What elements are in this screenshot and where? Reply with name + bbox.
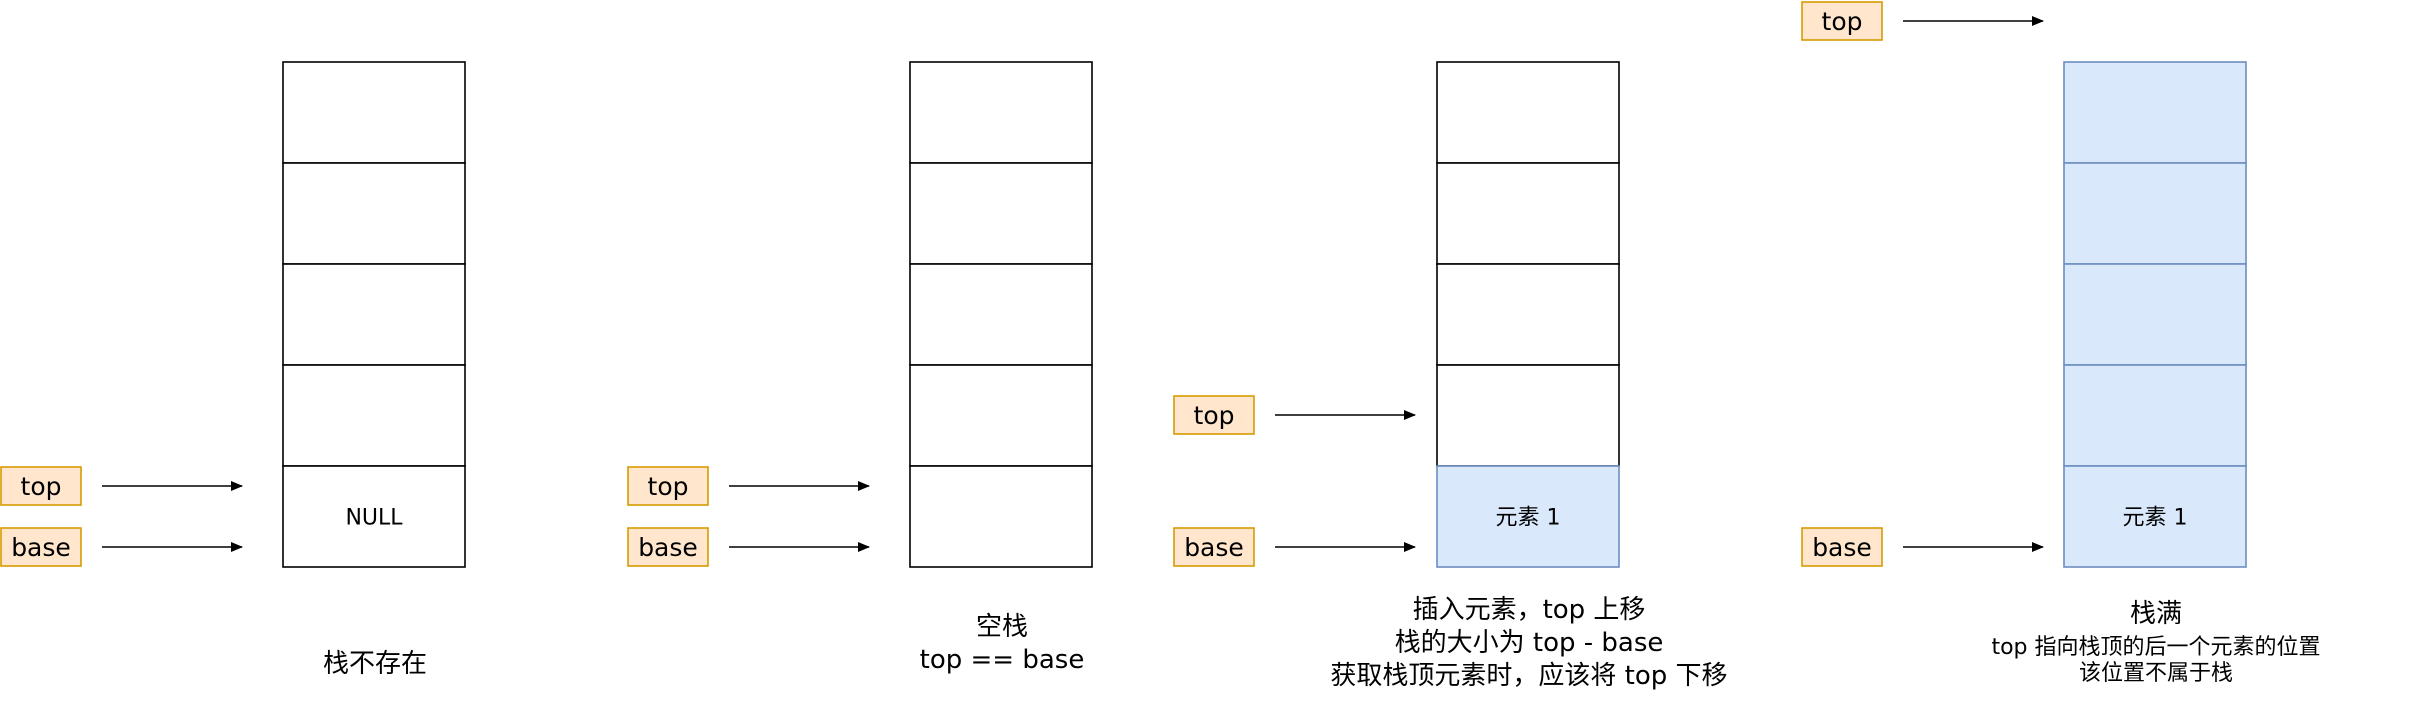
stack-cell <box>282 61 466 164</box>
diagram-caption-line: 空栈 <box>976 612 1028 642</box>
diagram-caption-line: 获取栈顶元素时，应该将 top 下移 <box>1330 661 1727 691</box>
stack-cell-label: NULL <box>345 506 403 531</box>
stack-diagram-4: 元素 1 top base 栈满 top 指向栈顶的后一个元素的位置该位置不属于栈 <box>1801 1 2321 686</box>
stack-cell <box>2063 364 2247 467</box>
stack-cell-label: 元素 1 <box>1496 506 1561 531</box>
stack-cell <box>1436 364 1620 467</box>
top-pointer-label: top <box>648 472 689 501</box>
stack-cell <box>909 162 1093 265</box>
stack-diagram-1: NULL top base 栈不存在 <box>0 61 466 679</box>
stack-cell <box>2063 263 2247 366</box>
stack-cell <box>282 263 466 366</box>
stack-diagram-2: top base 空栈top == base <box>627 61 1093 675</box>
diagram-caption-line: 栈的大小为 top - base <box>1395 628 1664 658</box>
stack-cell <box>2063 61 2247 164</box>
top-pointer-label: top <box>21 472 62 501</box>
stack-cell <box>909 61 1093 164</box>
stack-cell <box>909 465 1093 568</box>
stack-cell <box>1436 263 1620 366</box>
stack-cell <box>909 263 1093 366</box>
diagram-caption-line: 栈满 <box>2130 599 2182 629</box>
base-pointer-label: base <box>11 533 71 562</box>
top-pointer-label: top <box>1822 7 1863 36</box>
top-pointer-label: top <box>1194 401 1235 430</box>
base-pointer-label: base <box>1812 533 1872 562</box>
stack-cell <box>1436 162 1620 265</box>
diagram-caption-line: top == base <box>920 645 1085 675</box>
diagram-caption-line: top 指向栈顶的后一个元素的位置 <box>1991 635 2320 660</box>
diagram-caption-line: 栈不存在 <box>323 649 427 679</box>
base-pointer-label: base <box>1184 533 1244 562</box>
stack-diagram-3: 元素 1 top base 插入元素，top 上移栈的大小为 top - base获取… <box>1173 61 1728 691</box>
stack-cell <box>282 364 466 467</box>
stack-cell <box>1436 61 1620 164</box>
diagram-caption-line: 插入元素，top 上移 <box>1413 595 1646 625</box>
diagram-caption-line: 该位置不属于栈 <box>2079 661 2233 686</box>
stack-cell <box>282 162 466 265</box>
base-pointer-label: base <box>638 533 698 562</box>
stack-cell-label: 元素 1 <box>2123 506 2188 531</box>
stack-cell <box>909 364 1093 467</box>
stack-diagrams-canvas: NULL top base 栈不存在 top base 空栈top == base 元素 1 t… <box>0 1 2321 691</box>
stack-cell <box>2063 162 2247 265</box>
